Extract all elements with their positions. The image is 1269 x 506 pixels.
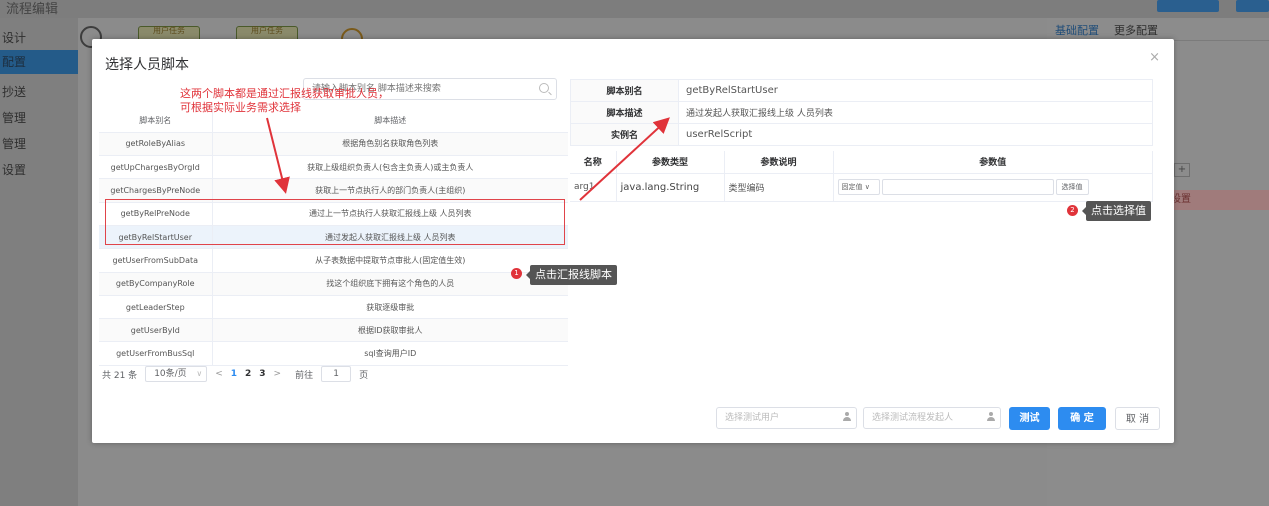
test-user-placeholder: 选择测试用户 <box>725 413 780 423</box>
script-alias-cell: getUpChargesByOrgId <box>99 155 213 180</box>
test-button[interactable]: 测试 <box>1009 407 1050 430</box>
script-desc-cell: 根据ID获取审批人 <box>212 318 568 343</box>
tip-click-report-script: 点击汇报线脚本 <box>526 265 617 285</box>
step-badge-2: 2 <box>1067 205 1078 216</box>
desc-value: 通过发起人获取汇报线上级 人员列表 <box>678 101 1153 124</box>
script-alias-cell: getUserFromSubData <box>99 248 213 273</box>
close-icon[interactable]: × <box>1149 50 1160 65</box>
value-type-select[interactable]: 固定值 ∨ <box>837 179 880 195</box>
script-alias-cell: getRoleByAlias <box>99 132 213 157</box>
user-icon <box>987 412 995 423</box>
next-page-icon[interactable]: > <box>274 369 282 379</box>
table-row[interactable]: getUserById 根据ID获取审批人 <box>99 318 568 343</box>
test-starter-placeholder: 选择测试流程发起人 <box>872 413 954 423</box>
script-desc-cell: 根据角色别名获取角色列表 <box>212 132 568 157</box>
test-starter-select[interactable]: 选择测试流程发起人 <box>863 407 1001 429</box>
annotation-note-line2: 可根据实际业务需求选择 <box>180 101 301 114</box>
script-desc-cell: 获取上级组织负责人(包含主负责人)或主负责人 <box>212 155 568 180</box>
sidebar-item[interactable]: 设计 <box>0 26 78 50</box>
user-icon <box>843 412 851 423</box>
sidebar-item[interactable]: 抄送 <box>0 80 78 104</box>
param-value-cell: 固定值 ∨ 选择值 <box>833 173 1153 202</box>
sidebar-item-active[interactable]: 配置 <box>0 50 78 74</box>
add-button[interactable]: + <box>1174 163 1190 177</box>
ok-button[interactable]: 确 定 <box>1058 407 1106 430</box>
app-topbar: 流程编辑 <box>0 0 1269 18</box>
step-badge-1: 1 <box>511 268 522 279</box>
param-name: arg1 <box>570 173 617 202</box>
topbar-button-1[interactable] <box>1157 0 1219 12</box>
annotation-note: 这两个脚本都是通过汇报线获取审批人员， 可根据实际业务需求选择 <box>180 87 389 115</box>
alias-value: getByRelStartUser <box>678 79 1153 102</box>
instance-value: userRelScript <box>678 123 1153 146</box>
app-sidebar: 设计 配置 抄送 管理 管理 设置 <box>0 18 78 506</box>
dialog-title: 选择人员脚本 <box>105 57 189 73</box>
sidebar-item[interactable]: 管理 <box>0 132 78 156</box>
table-row[interactable]: getRoleByAlias 根据角色别名获取角色列表 <box>99 132 568 157</box>
table-row[interactable]: getUpChargesByOrgId 获取上级组织负责人(包含主负责人)或主负责… <box>99 155 568 180</box>
table-row[interactable]: getUserFromBusSql sql查询用户ID <box>99 341 568 366</box>
topbar-button-2[interactable] <box>1236 0 1269 12</box>
search-icon[interactable] <box>539 83 549 93</box>
param-desc: 类型编码 <box>724 173 834 202</box>
annotation-highlight-box <box>105 199 565 245</box>
table-row[interactable]: getByCompanyRole 找这个组织底下拥有这个角色的人员 <box>99 272 568 296</box>
goto-suffix: 页 <box>359 370 369 381</box>
param-type: java.lang.String <box>616 173 725 202</box>
cancel-button[interactable]: 取 消 <box>1115 407 1160 430</box>
choose-value-button[interactable]: 选择值 <box>1055 179 1089 195</box>
script-alias-cell: getLeaderStep <box>99 295 213 320</box>
test-user-select[interactable]: 选择测试用户 <box>716 407 857 429</box>
page-number[interactable]: 1 <box>231 369 237 379</box>
pagination: 共 21 条 10条/页 < 1 2 3 > 前往 1 页 <box>102 366 368 382</box>
script-alias-cell: getUserFromBusSql <box>99 341 213 366</box>
column-header-name: 名称 <box>570 151 617 174</box>
column-header-type: 参数类型 <box>616 151 725 174</box>
app-title: 流程编辑 <box>6 2 59 17</box>
param-row: arg1 java.lang.String 类型编码 固定值 ∨ 选择值 <box>570 173 1153 202</box>
table-row[interactable]: getUserFromSubData 从子表数据中提取节点审批人(固定值生效) <box>99 248 568 273</box>
script-alias-cell: getUserById <box>99 318 213 343</box>
page-number[interactable]: 3 <box>259 369 265 379</box>
prev-page-icon[interactable]: < <box>215 369 223 379</box>
tab-basic-config[interactable]: 基础配置 <box>1055 22 1099 38</box>
sidebar-item[interactable]: 设置 <box>0 158 78 182</box>
script-desc-cell: sql查询用户ID <box>212 341 568 366</box>
page-number[interactable]: 2 <box>245 369 251 379</box>
total-count: 共 21 条 <box>102 370 138 381</box>
annotation-note-line1: 这两个脚本都是通过汇报线获取审批人员， <box>180 87 389 100</box>
params-table: 名称 参数类型 参数说明 参数值 arg1 java.lang.String 类… <box>570 151 1153 202</box>
instance-label: 实例名 <box>570 123 679 146</box>
sidebar-item[interactable]: 管理 <box>0 106 78 130</box>
script-alias-cell: getByCompanyRole <box>99 272 213 296</box>
page-size-select[interactable]: 10条/页 <box>145 366 208 382</box>
param-value-input[interactable] <box>881 179 1054 195</box>
script-info-table: 脚本别名 getByRelStartUser 脚本描述 通过发起人获取汇报线上级… <box>570 79 1153 146</box>
script-desc-cell: 获取逐级审批 <box>212 295 568 320</box>
tab-more-config[interactable]: 更多配置 <box>1114 22 1158 38</box>
table-row[interactable]: getLeaderStep 获取逐级审批 <box>99 295 568 320</box>
alias-label: 脚本别名 <box>570 79 679 102</box>
goto-page-input[interactable]: 1 <box>321 366 352 382</box>
goto-label: 前往 <box>295 370 314 381</box>
column-header-value: 参数值 <box>833 151 1153 174</box>
tip-click-choose-value: 点击选择值 <box>1082 201 1151 221</box>
desc-label: 脚本描述 <box>570 101 679 124</box>
column-header-desc: 参数说明 <box>724 151 834 174</box>
